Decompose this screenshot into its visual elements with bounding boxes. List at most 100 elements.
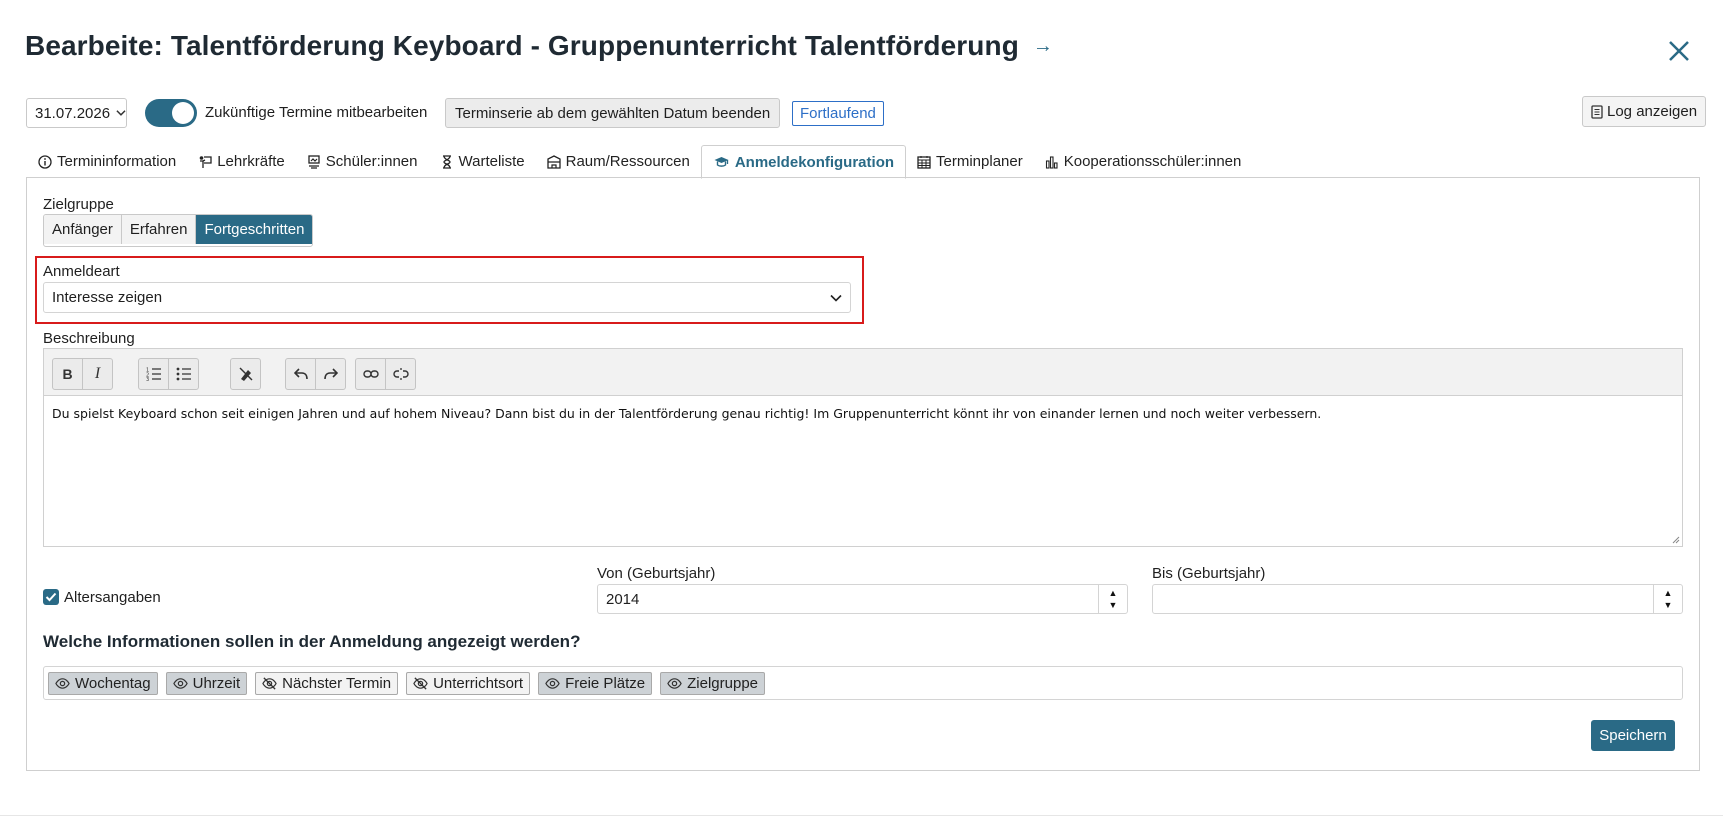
redo-icon[interactable] bbox=[316, 359, 345, 389]
tab-label: Raum/Ressourcen bbox=[565, 153, 690, 170]
spin-down-icon[interactable]: ▼ bbox=[1109, 599, 1118, 611]
italic-button[interactable]: I bbox=[83, 359, 112, 389]
spin-down-icon[interactable]: ▼ bbox=[1664, 599, 1673, 611]
close-icon[interactable] bbox=[1664, 36, 1694, 66]
arrow-right-icon[interactable]: → bbox=[1033, 35, 1053, 58]
tab-label: Anmeldekonfiguration bbox=[734, 153, 895, 171]
page-title-text: Bearbeite: Talentförderung Keyboard - Gr… bbox=[25, 30, 1019, 61]
von-value: 2014 bbox=[606, 590, 640, 608]
tab-kooperationsschuelerinnen[interactable]: Kooperationsschüler:innen bbox=[1034, 145, 1253, 178]
document-icon bbox=[1591, 104, 1603, 119]
chip-zielgruppe[interactable]: Zielgruppe bbox=[660, 671, 766, 695]
tab-label: Lehrkräfte bbox=[217, 153, 285, 170]
future-dates-toggle[interactable] bbox=[145, 99, 197, 127]
link-icon[interactable] bbox=[356, 359, 386, 389]
svg-text:3: 3 bbox=[146, 377, 149, 381]
end-series-button[interactable]: Terminserie ab dem gewählten Datum beend… bbox=[445, 98, 781, 128]
unlink-icon[interactable] bbox=[386, 359, 415, 389]
tab-lehrkraefte[interactable]: Lehrkräfte bbox=[187, 145, 296, 178]
chevron-down-icon bbox=[830, 294, 842, 302]
zielgruppe-selector: Anfänger Erfahren Fortgeschritten bbox=[43, 214, 314, 247]
divider bbox=[0, 815, 1723, 816]
tab-label: Warteliste bbox=[458, 153, 525, 170]
eye-slash-icon bbox=[262, 676, 277, 690]
graduation-cap-icon bbox=[714, 157, 729, 167]
altersangaben-label: Altersangaben bbox=[64, 589, 161, 606]
students-icon bbox=[308, 154, 320, 169]
date-value: 31.07.2026 bbox=[35, 104, 111, 122]
tab-label: Kooperationsschüler:innen bbox=[1063, 153, 1242, 170]
bullet-list-icon[interactable] bbox=[169, 359, 198, 389]
eye-icon bbox=[55, 677, 70, 689]
toggle-knob bbox=[172, 102, 194, 124]
zielgruppe-option-fortgeschritten[interactable]: Fortgeschritten bbox=[196, 215, 313, 244]
anmeldeart-select[interactable]: Interesse zeigen bbox=[43, 282, 851, 313]
editor-toolbar: B I 123 bbox=[43, 348, 1683, 396]
chip-label: Wochentag bbox=[75, 674, 151, 692]
undo-icon[interactable] bbox=[286, 359, 316, 389]
tab-anmeldekonfiguration[interactable]: Anmeldekonfiguration bbox=[700, 145, 907, 179]
bis-label: Bis (Geburtsjahr) bbox=[1152, 565, 1266, 582]
bis-spinner[interactable]: ▲ ▼ bbox=[1653, 585, 1682, 613]
anmeldeart-label: Anmeldeart bbox=[43, 263, 120, 280]
info-icon bbox=[38, 154, 52, 169]
info-question-heading: Welche Informationen sollen in der Anmel… bbox=[43, 632, 581, 651]
chip-label: Uhrzeit bbox=[192, 674, 241, 692]
tab-label: Terminplaner bbox=[936, 153, 1023, 170]
log-button[interactable]: Log anzeigen bbox=[1582, 96, 1707, 127]
future-dates-toggle-label: Zukünftige Termine mitbearbeiten bbox=[205, 104, 428, 121]
building-icon bbox=[546, 154, 561, 169]
save-button[interactable]: Speichern bbox=[1591, 720, 1675, 751]
tab-warteliste[interactable]: Warteliste bbox=[429, 145, 536, 178]
von-geburtsjahr-input[interactable]: 2014 ▲ ▼ bbox=[597, 584, 1128, 614]
chevron-down-icon bbox=[116, 110, 126, 116]
chip-unterrichtsort[interactable]: Unterrichtsort bbox=[406, 671, 531, 695]
date-select[interactable]: 31.07.2026 bbox=[26, 98, 127, 128]
tab-raum-ressourcen[interactable]: Raum/Ressourcen bbox=[536, 145, 701, 178]
chip-label: Zielgruppe bbox=[687, 674, 759, 692]
bis-geburtsjahr-input[interactable]: ▲ ▼ bbox=[1152, 584, 1683, 614]
checkmark-icon bbox=[45, 592, 57, 602]
zielgruppe-option-anfaenger[interactable]: Anfänger bbox=[44, 215, 122, 244]
page-title: Bearbeite: Talentförderung Keyboard - Gr… bbox=[25, 30, 1053, 62]
tab-terminplaner[interactable]: Terminplaner bbox=[906, 145, 1034, 178]
chip-uhrzeit[interactable]: Uhrzeit bbox=[165, 671, 248, 695]
calendar-icon bbox=[917, 155, 931, 169]
spin-up-icon[interactable]: ▲ bbox=[1664, 587, 1673, 599]
eye-icon bbox=[172, 677, 188, 689]
info-chips-field: Wochentag Uhrzeit Nächster Termin Unterr… bbox=[43, 666, 1683, 700]
zielgruppe-option-erfahren[interactable]: Erfahren bbox=[121, 215, 197, 244]
spin-up-icon[interactable]: ▲ bbox=[1109, 587, 1118, 599]
bar-chart-icon bbox=[1045, 155, 1058, 169]
beschreibung-label: Beschreibung bbox=[43, 330, 135, 347]
eye-icon bbox=[545, 677, 560, 689]
anmeldeart-value: Interesse zeigen bbox=[52, 289, 163, 306]
altersangaben-checkbox[interactable] bbox=[43, 589, 59, 605]
remove-format-icon[interactable] bbox=[231, 359, 260, 389]
resize-grip-icon[interactable] bbox=[1670, 534, 1680, 544]
description-editor[interactable]: Du spielst Keyboard schon seit einigen J… bbox=[43, 396, 1683, 547]
bold-button[interactable]: B bbox=[53, 359, 83, 389]
eye-icon bbox=[667, 677, 682, 689]
von-spinner[interactable]: ▲ ▼ bbox=[1098, 585, 1127, 613]
tab-label: Schüler:innen bbox=[325, 153, 418, 170]
chip-naechster-termin[interactable]: Nächster Termin bbox=[255, 671, 399, 695]
tab-bar: Termininformation Lehrkräfte Schüler:inn… bbox=[27, 145, 1252, 179]
tab-schuelerinnen[interactable]: Schüler:innen bbox=[296, 145, 429, 178]
hourglass-icon bbox=[442, 154, 451, 169]
log-button-label: Log anzeigen bbox=[1607, 103, 1698, 120]
chip-freie-plaetze[interactable]: Freie Plätze bbox=[538, 671, 653, 695]
chip-label: Nächster Termin bbox=[282, 674, 392, 692]
von-label: Von (Geburtsjahr) bbox=[597, 565, 716, 582]
chip-wochentag[interactable]: Wochentag bbox=[48, 671, 158, 695]
chip-label: Freie Plätze bbox=[565, 674, 646, 692]
zielgruppe-label: Zielgruppe bbox=[43, 196, 114, 213]
tab-label: Termininformation bbox=[57, 153, 177, 170]
chip-label: Unterrichtsort bbox=[433, 674, 524, 692]
tab-termininformation[interactable]: Termininformation bbox=[27, 145, 187, 178]
description-text: Du spielst Keyboard schon seit einigen J… bbox=[52, 406, 1322, 421]
ordered-list-icon[interactable]: 123 bbox=[139, 359, 169, 389]
eye-slash-icon bbox=[413, 676, 428, 690]
status-badge: Fortlaufend bbox=[792, 101, 884, 126]
teacher-icon bbox=[199, 155, 212, 168]
